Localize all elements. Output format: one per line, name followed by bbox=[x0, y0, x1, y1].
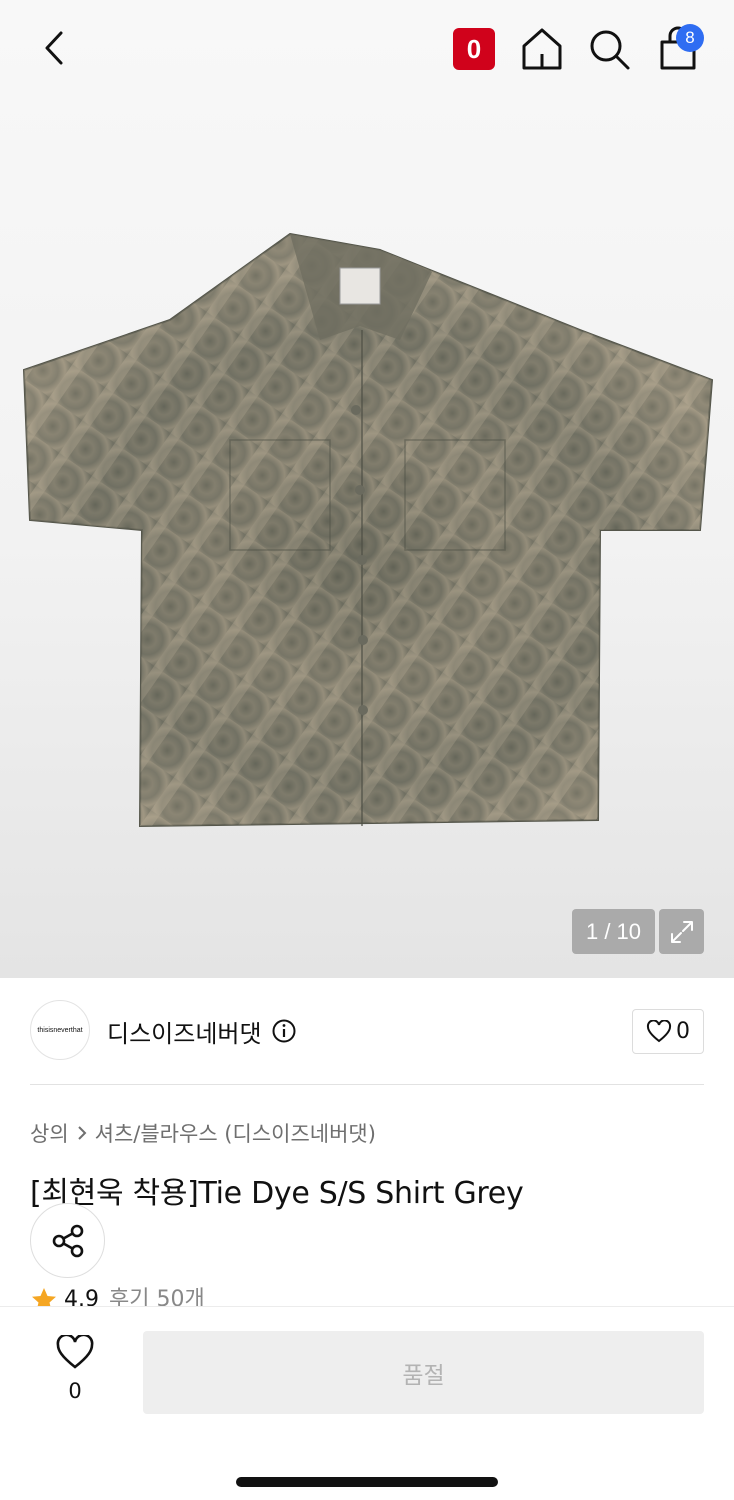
brand-badge-button[interactable]: 0 bbox=[453, 28, 495, 70]
image-counter: 1 / 10 bbox=[572, 909, 655, 954]
heart-icon bbox=[646, 1019, 672, 1042]
info-icon[interactable] bbox=[272, 1019, 296, 1043]
wishlist-button[interactable]: 0 bbox=[44, 1335, 106, 1405]
divider bbox=[30, 1084, 704, 1085]
rating-value: 4.9 bbox=[64, 1287, 99, 1306]
home-icon bbox=[522, 28, 562, 70]
brand-name-link[interactable]: 디스이즈네버댓 bbox=[107, 1014, 262, 1049]
wishlist-count: 0 bbox=[68, 1379, 82, 1403]
breadcrumb-category-sub[interactable]: 셔츠/블라우스 (디스이즈네버댓) bbox=[95, 1118, 376, 1148]
rating-row[interactable]: 4.9 후기 50개 bbox=[30, 1286, 205, 1306]
cart-button[interactable]: 8 bbox=[654, 24, 706, 74]
star-icon bbox=[32, 1288, 56, 1306]
expand-icon bbox=[670, 920, 693, 943]
product-title: [최현욱 착용]Tie Dye S/S Shirt Grey bbox=[30, 1176, 524, 1211]
search-icon bbox=[590, 30, 630, 70]
breadcrumb: 상의 셔츠/블라우스 (디스이즈네버댓) bbox=[30, 1118, 376, 1148]
chevron-right-icon bbox=[77, 1126, 87, 1140]
brand-like-count: 0 bbox=[676, 1019, 690, 1044]
brand-logo[interactable]: thisisneverthat bbox=[30, 1000, 90, 1060]
chevron-left-icon bbox=[45, 31, 63, 65]
breadcrumb-category-top[interactable]: 상의 bbox=[30, 1118, 69, 1148]
brand-row: thisisneverthat 디스이즈네버댓 0 bbox=[30, 1000, 704, 1064]
heart-icon bbox=[56, 1335, 94, 1369]
bottom-action-bar: 0 품절 bbox=[0, 1306, 734, 1500]
back-button[interactable] bbox=[32, 26, 76, 70]
share-icon bbox=[52, 1224, 83, 1257]
home-button[interactable] bbox=[518, 26, 566, 72]
home-indicator bbox=[236, 1477, 498, 1487]
share-button[interactable] bbox=[30, 1203, 105, 1278]
product-image bbox=[22, 232, 714, 828]
review-count: 후기 50개 bbox=[109, 1287, 205, 1306]
expand-image-button[interactable] bbox=[659, 909, 704, 954]
cart-count-badge: 8 bbox=[676, 24, 704, 52]
brand-like-button[interactable]: 0 bbox=[632, 1009, 704, 1054]
top-navigation-bar: 0 8 bbox=[0, 0, 734, 96]
product-image-gallery[interactable]: 0 8 1 / 10 bbox=[0, 0, 734, 978]
search-button[interactable] bbox=[586, 26, 634, 72]
sold-out-button[interactable]: 품절 bbox=[143, 1331, 704, 1414]
